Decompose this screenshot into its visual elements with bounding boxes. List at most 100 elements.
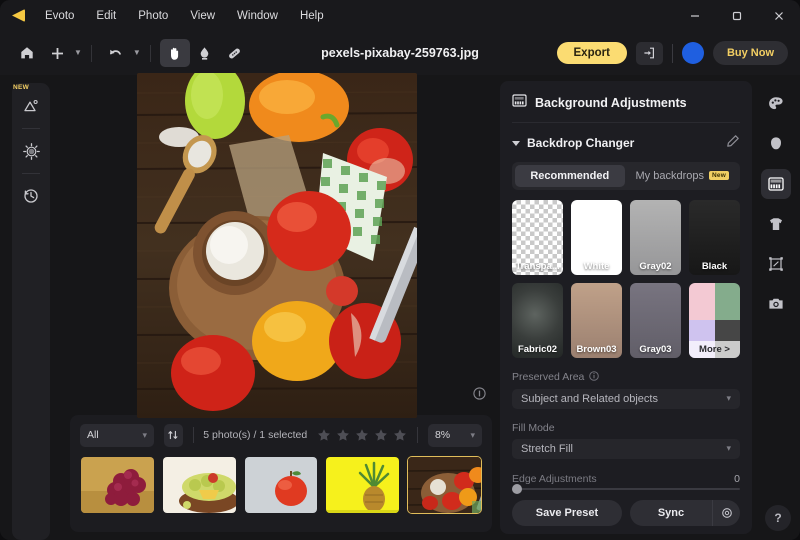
menu-help[interactable]: Help: [289, 7, 335, 25]
hand-icon[interactable]: [160, 39, 190, 67]
window-controls: [674, 0, 800, 31]
rating-stars[interactable]: [317, 428, 407, 442]
smudge-icon[interactable]: [190, 39, 220, 67]
backdrop-more[interactable]: More >: [689, 283, 740, 358]
camera-icon[interactable]: [761, 289, 791, 319]
section-title: Backdrop Changer: [527, 136, 719, 150]
chevron-down-icon: ▾: [143, 430, 148, 441]
preserved-area-text: Preserved Area: [512, 371, 584, 383]
maximize-icon[interactable]: [716, 0, 758, 31]
background-adjust-icon: [512, 93, 527, 113]
backdrop-transparent[interactable]: Transpa...: [512, 200, 563, 275]
export-button[interactable]: Export: [557, 42, 627, 64]
zoom-value: 8%: [435, 429, 450, 441]
preserved-area-value: Subject and Related objects: [521, 393, 658, 405]
backdrop-label: White: [571, 258, 622, 275]
portrait-face-icon[interactable]: [761, 129, 791, 159]
star-icon-1: [317, 428, 331, 442]
menu-evoto[interactable]: Evoto: [34, 7, 85, 25]
new-badge: New: [709, 171, 729, 180]
backdrop-gray02[interactable]: Gray02: [630, 200, 681, 275]
close-icon[interactable]: [758, 0, 800, 31]
gear-icon[interactable]: [712, 500, 740, 526]
chevron-down-icon[interactable]: ▼: [133, 49, 141, 57]
main-photo[interactable]: [137, 73, 417, 418]
buy-now-button[interactable]: Buy Now: [713, 41, 788, 65]
left-rail: NEW: [0, 75, 62, 540]
backdrop-label: Brown03: [571, 341, 622, 358]
app-body: NEW: [0, 75, 800, 540]
thumb-pineapple[interactable]: [325, 456, 400, 514]
edge-adjustments-row: Edge Adjustments 0: [512, 473, 740, 485]
thumb-fruit-basket[interactable]: [162, 456, 237, 514]
backdrop-label: More >: [689, 341, 740, 358]
clothing-icon[interactable]: [761, 209, 791, 239]
section-header-backdrop-changer[interactable]: Backdrop Changer: [512, 123, 740, 162]
thumb-apple[interactable]: [244, 456, 319, 514]
backdrop-label: Black: [689, 258, 740, 275]
fill-mode-dropdown[interactable]: Stretch Fill ▾: [512, 439, 740, 459]
sort-icon[interactable]: [164, 424, 182, 447]
backdrop-gray03[interactable]: Gray03: [630, 283, 681, 358]
tab-my-backdrops[interactable]: My backdrops New: [628, 165, 738, 187]
avatar[interactable]: [682, 42, 704, 64]
backdrop-white[interactable]: White: [571, 200, 622, 275]
right-panel: Background Adjustments Backdrop Changer …: [500, 81, 752, 534]
backdrop-fabric02[interactable]: Fabric02: [512, 283, 563, 358]
background-icon[interactable]: [761, 169, 791, 199]
edge-adjustments-label: Edge Adjustments: [512, 473, 597, 485]
share-export-icon[interactable]: [636, 42, 663, 65]
minimize-icon[interactable]: [674, 0, 716, 31]
tab-recommended-label: Recommended: [530, 170, 609, 182]
thumb-tomatoes[interactable]: [407, 456, 482, 514]
info-icon[interactable]: [473, 387, 486, 405]
help-button[interactable]: ?: [765, 505, 791, 531]
tab-recommended[interactable]: Recommended: [515, 165, 625, 187]
star-icon-4: [374, 428, 388, 442]
edge-adjustments-slider[interactable]: [512, 488, 740, 490]
menu-window[interactable]: Window: [226, 7, 289, 25]
chevron-down-icon: ▾: [470, 430, 475, 441]
palette-icon[interactable]: [761, 89, 791, 119]
filmstrip-divider: [193, 427, 194, 443]
add-tool-group[interactable]: ▼: [42, 39, 82, 67]
panel-title: Background Adjustments: [535, 96, 687, 110]
backdrop-black[interactable]: Black: [689, 200, 740, 275]
sync-control: Sync: [630, 500, 740, 526]
info-small-icon[interactable]: [589, 371, 599, 384]
zoom-dropdown[interactable]: 8% ▾: [428, 424, 482, 447]
chevron-down-icon[interactable]: ▼: [74, 49, 82, 57]
star-icon-5: [393, 428, 407, 442]
title-bar: Evoto Edit Photo View Window Help: [0, 0, 800, 31]
chevron-down-icon: ▾: [726, 443, 731, 454]
preserved-area-dropdown[interactable]: Subject and Related objects ▾: [512, 389, 740, 409]
healing-icon[interactable]: [220, 39, 250, 67]
backdrop-label: Fabric02: [512, 341, 563, 358]
toolbar-divider: [672, 44, 673, 63]
ai-image-icon[interactable]: NEW: [16, 91, 46, 121]
canvas-area[interactable]: [62, 75, 500, 415]
backdrop-tabs: Recommended My backdrops New: [512, 162, 740, 190]
crop-icon[interactable]: [761, 249, 791, 279]
retouch-sun-icon[interactable]: [16, 136, 46, 166]
edit-pencil-icon[interactable]: [726, 134, 740, 153]
home-icon[interactable]: [12, 39, 42, 67]
add-icon[interactable]: [42, 39, 72, 67]
backdrop-brown03[interactable]: Brown03: [571, 283, 622, 358]
menu-view[interactable]: View: [179, 7, 226, 25]
edge-adjustments-value: 0: [734, 473, 740, 485]
undo-icon[interactable]: [101, 39, 131, 67]
filter-value: All: [87, 429, 99, 441]
chevron-down-icon[interactable]: [512, 141, 520, 146]
history-clock-icon[interactable]: [16, 181, 46, 211]
thumb-grapes[interactable]: [80, 456, 155, 514]
save-preset-button[interactable]: Save Preset: [512, 500, 622, 526]
filmstrip-toolbar: All ▾ 5 photo(s) / 1 selected: [80, 423, 482, 447]
menu-edit[interactable]: Edit: [85, 7, 127, 25]
filmstrip: All ▾ 5 photo(s) / 1 selected: [70, 415, 492, 532]
menu-photo[interactable]: Photo: [127, 7, 179, 25]
star-icon-2: [336, 428, 350, 442]
sync-button[interactable]: Sync: [630, 500, 712, 526]
filter-dropdown[interactable]: All ▾: [80, 424, 154, 447]
undo-tool-group[interactable]: ▼: [101, 39, 141, 67]
